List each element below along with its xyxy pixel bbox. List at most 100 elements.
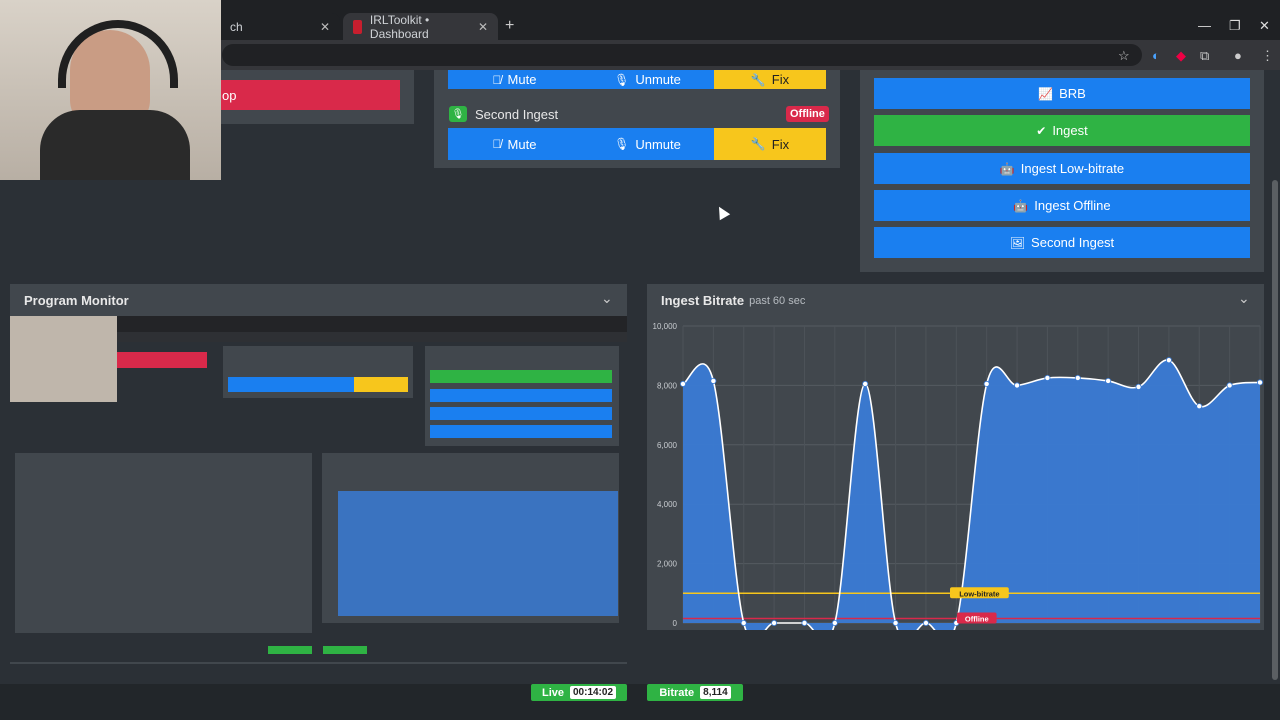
ingest-bitrate-header: Ingest Bitrate past 60 sec [661, 293, 805, 308]
extensions-puzzle-icon[interactable]: ⧉ [1200, 48, 1209, 64]
scene-label: Second Ingest [1031, 235, 1115, 250]
mute-button[interactable]: 🎙̸ Mute [448, 70, 581, 89]
mic-icon: 🎙 [614, 72, 630, 87]
data-point [1165, 357, 1172, 364]
ingest-title: Second Ingest [475, 106, 559, 122]
data-point [801, 619, 808, 626]
fix-label: Fix [771, 72, 790, 87]
scene-label: Ingest [1052, 123, 1088, 138]
bitrate-label: Bitrate [659, 686, 695, 699]
data-point [1226, 382, 1233, 389]
close-tab-icon[interactable]: ✕ [478, 20, 488, 34]
chevron-down-icon[interactable]: ⌄ [601, 290, 613, 307]
tab-title: ch [230, 19, 243, 34]
extension-icon[interactable]: ◆ [1176, 48, 1186, 64]
robot-icon: 🤖 [999, 161, 1015, 176]
scene-button-second-ingest[interactable]: 🖼 Second Ingest [874, 227, 1250, 258]
mic-status-icon: 🎙 [449, 106, 467, 122]
threshold-label: Low-bitrate [959, 589, 999, 598]
scene-button-ingest-low-bitrate[interactable]: 🤖 Ingest Low-bitrate [874, 153, 1250, 184]
data-point [1014, 382, 1021, 389]
threshold-label: Offline [965, 615, 989, 624]
scene-button-brb[interactable]: 📈 BRB [874, 78, 1250, 109]
ingest-control-row: 🎙̸ Mute 🎙 Unmute 🔧 Fix [448, 128, 826, 160]
minimize-icon[interactable]: — [1198, 18, 1211, 33]
bitrate-status-badge: Bitrate 8,114 [647, 684, 743, 701]
unmute-label: Unmute [635, 72, 681, 87]
data-point [831, 619, 838, 626]
browser-tab-active[interactable]: IRLToolkit • Dashboard ✕ [343, 12, 498, 41]
data-point [1074, 374, 1081, 381]
y-tick-label: 2,000 [657, 560, 678, 569]
y-tick-label: 10,000 [653, 322, 678, 331]
unmute-button[interactable]: 🎙 Unmute [581, 70, 714, 89]
stop-button[interactable]: op [200, 80, 400, 110]
scrollbar-thumb[interactable] [1272, 180, 1278, 680]
robot-icon: 🤖 [1013, 198, 1029, 213]
offline-badge: Offline [786, 106, 829, 122]
data-point [983, 380, 990, 387]
webcam-overlay [0, 0, 221, 180]
chevron-down-icon[interactable]: ⌄ [1238, 290, 1250, 307]
bitrate-chart: 10,000 8,000 6,000 4,000 2,000 0 Low-bitrate Of… [653, 322, 1264, 630]
browser-tab[interactable]: ch ✕ [220, 13, 340, 40]
scene-button-ingest-offline[interactable]: 🤖 Ingest Offline [874, 190, 1250, 221]
data-point [740, 619, 747, 626]
new-tab-icon[interactable]: + [505, 17, 514, 35]
unmute-label: Unmute [635, 136, 681, 152]
y-tick-label: 8,000 [657, 381, 678, 390]
data-point [1105, 377, 1112, 384]
live-status-badge: Live 00:14:02 [531, 684, 627, 701]
wrench-icon: 🔧 [750, 72, 766, 87]
mic-off-icon: 🎙̸ [492, 137, 502, 151]
mic-icon: 🎙 [614, 137, 630, 151]
profile-avatar-icon[interactable]: ● [1234, 48, 1242, 63]
y-tick-label: 0 [673, 619, 678, 628]
mute-label: Mute [507, 136, 537, 152]
close-tab-icon[interactable]: ✕ [320, 20, 330, 34]
address-input[interactable] [222, 44, 1142, 66]
live-timer: 00:14:02 [569, 686, 617, 699]
irltoolkit-favicon-icon [353, 19, 362, 34]
data-point [771, 619, 778, 626]
extension-icon[interactable]: ◐ [1152, 48, 1160, 63]
fix-button[interactable]: 🔧 Fix [714, 70, 826, 89]
ingest-control-row: 🎙̸ Mute 🎙 Unmute 🔧 Fix [448, 70, 826, 89]
scene-label: Ingest Offline [1034, 198, 1111, 213]
ingest-bitrate-subtitle: past 60 sec [749, 294, 806, 307]
program-monitor-preview [10, 316, 627, 662]
stop-button-label: op [222, 87, 237, 103]
image-icon: 🖼 [1009, 235, 1026, 250]
y-tick-label: 6,000 [657, 441, 678, 450]
live-label: Live [541, 686, 564, 699]
y-tick-label: 4,000 [657, 500, 678, 509]
wrench-icon: 🔧 [750, 137, 766, 151]
tab-title: IRLToolkit • Dashboard [369, 12, 430, 41]
check-icon: ✔ [1036, 123, 1047, 138]
bookmark-star-icon[interactable]: ☆ [1118, 48, 1130, 64]
data-point [1135, 383, 1142, 390]
second-ingest-header: 🎙 Second Ingest [449, 106, 558, 122]
data-point [892, 619, 899, 626]
data-point [1044, 374, 1051, 381]
status-bar [0, 684, 1280, 720]
close-window-icon[interactable]: ✕ [1259, 18, 1270, 34]
data-point [862, 380, 869, 387]
scene-button-ingest[interactable]: ✔ Ingest [874, 115, 1250, 146]
data-point [1196, 403, 1203, 410]
fix-button[interactable]: 🔧 Fix [714, 128, 826, 160]
restore-icon[interactable]: ❐ [1229, 18, 1241, 34]
bitrate-value: 8,114 [700, 686, 731, 699]
data-point [1257, 379, 1264, 386]
ingest-bitrate-title: Ingest Bitrate [661, 293, 745, 308]
data-point [680, 380, 687, 387]
person-shirt [40, 110, 190, 180]
fix-label: Fix [771, 136, 790, 152]
data-point [922, 619, 929, 626]
chart-icon: 📈 [1038, 86, 1054, 101]
browser-menu-icon[interactable]: ⋮ [1261, 48, 1274, 64]
data-point [710, 377, 717, 384]
mic-off-icon: 🎙̸ [492, 72, 502, 87]
mute-button[interactable]: 🎙̸ Mute [448, 128, 581, 160]
unmute-button[interactable]: 🎙 Unmute [581, 128, 714, 160]
